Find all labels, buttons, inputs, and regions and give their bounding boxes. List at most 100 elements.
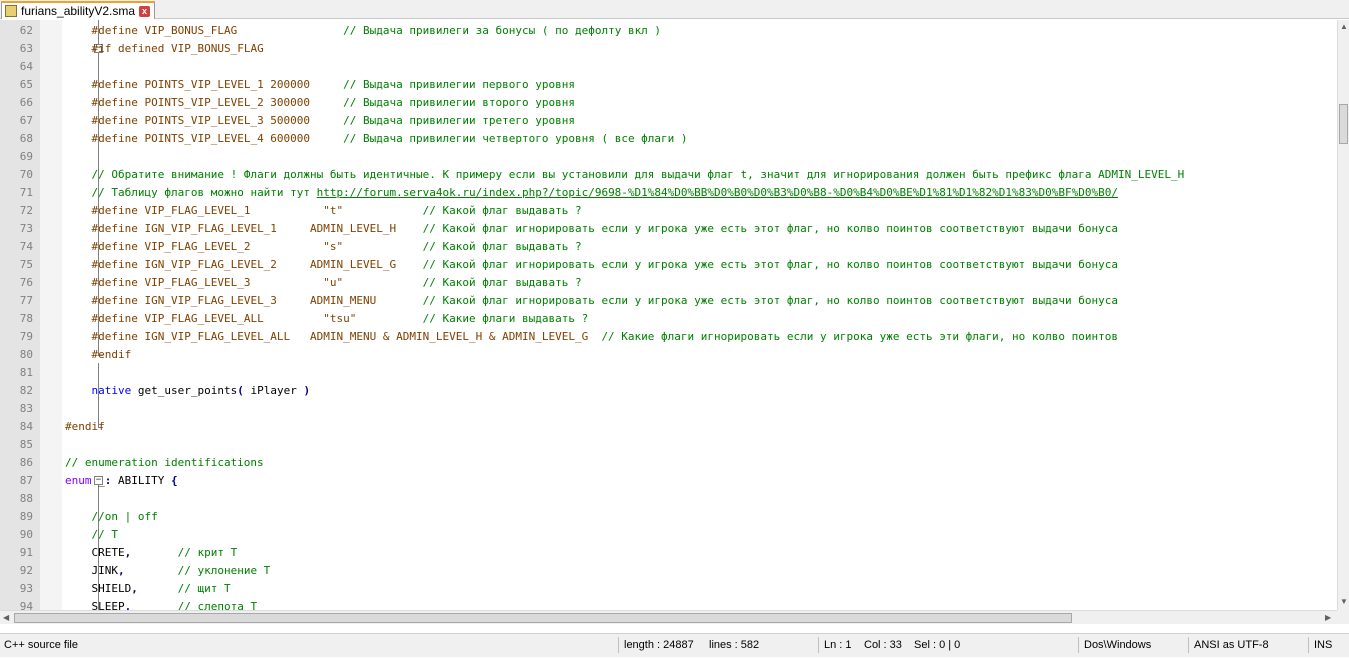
code-line[interactable]: 76 #define VIP_FLAG_LEVEL_3 "u" // Какой… xyxy=(0,274,1337,292)
code-line[interactable]: 83 xyxy=(0,400,1337,418)
line-number: 83 xyxy=(19,402,33,415)
code-line[interactable]: 78 #define VIP_FLAG_LEVEL_ALL "tsu" // К… xyxy=(0,310,1337,328)
code-text: #define IGN_VIP_FLAG_LEVEL_ALL ADMIN_MEN… xyxy=(65,328,1119,346)
scroll-up-icon[interactable]: ▲ xyxy=(1340,22,1348,32)
code-line[interactable]: 73 #define IGN_VIP_FLAG_LEVEL_1 ADMIN_LE… xyxy=(0,220,1337,238)
tab-furians-abilityv2[interactable]: furians_abilityV2.sma x xyxy=(1,1,156,19)
code-text: // Обратите внимание ! Флаги должны быть… xyxy=(65,166,1185,184)
code-token: CRETE xyxy=(65,546,125,559)
code-token: // Какой флаг игнорировать если у игрока… xyxy=(422,258,1119,271)
code-line[interactable]: 64 xyxy=(0,58,1337,76)
line-number: 94 xyxy=(19,600,33,610)
code-text: #define VIP_FLAG_LEVEL_ALL "tsu" // Каки… xyxy=(65,310,589,328)
code-line[interactable]: 69 xyxy=(0,148,1337,166)
code-text: CRETE, // крит T xyxy=(65,544,237,562)
code-token: #define IGN_VIP_FLAG_LEVEL_3 ADMIN_MENU xyxy=(91,294,423,307)
line-number: 85 xyxy=(19,438,33,451)
line-number: 75 xyxy=(19,258,33,271)
code-line[interactable]: 94 SLEEP, // слепота T xyxy=(0,598,1337,610)
code-line[interactable]: 66 #define POINTS_VIP_LEVEL_2 300000 // … xyxy=(0,94,1337,112)
line-number: 78 xyxy=(19,312,33,325)
horizontal-scrollbar[interactable]: ◀ ▶ xyxy=(0,610,1337,624)
code-line[interactable]: 92 JINK, // уклонение T xyxy=(0,562,1337,580)
line-number: 67 xyxy=(19,114,33,127)
code-token: // Какой флаг выдавать ? xyxy=(422,204,582,217)
code-line[interactable]: 80 #endif xyxy=(0,346,1337,364)
code-line[interactable]: 62 #define VIP_BONUS_FLAG // Выдача прив… xyxy=(0,22,1337,40)
code-token: ( xyxy=(237,384,244,397)
code-token: #define POINTS_VIP_LEVEL_1 200000 xyxy=(91,78,344,91)
code-line[interactable]: 85 xyxy=(0,436,1337,454)
code-token: #define VIP_FLAG_LEVEL_1 "t" xyxy=(91,204,423,217)
line-number: 71 xyxy=(19,186,33,199)
code-text: #define VIP_BONUS_FLAG // Выдача привиле… xyxy=(65,22,662,40)
close-icon[interactable]: x xyxy=(139,5,151,17)
code-line[interactable]: 71 // Таблицу флагов можно найти тут htt… xyxy=(0,184,1337,202)
status-insert-mode: INS xyxy=(1314,639,1333,651)
code-text: #define POINTS_VIP_LEVEL_2 300000 // Выд… xyxy=(65,94,575,112)
code-link[interactable]: http://forum.serva4ok.ru/index.php?/topi… xyxy=(317,186,1118,199)
scroll-left-icon[interactable]: ◀ xyxy=(3,613,9,623)
code-text: #endif xyxy=(65,346,132,364)
line-number: 66 xyxy=(19,96,33,109)
code-text: #define VIP_FLAG_LEVEL_2 "s" // Какой фл… xyxy=(65,238,582,256)
code-line[interactable]: 77 #define IGN_VIP_FLAG_LEVEL_3 ADMIN_ME… xyxy=(0,292,1337,310)
code-line[interactable]: 87 enum _: ABILITY { xyxy=(0,472,1337,490)
code-line[interactable]: 67 #define POINTS_VIP_LEVEL_3 500000 // … xyxy=(0,112,1337,130)
code-token: // слепота T xyxy=(177,600,258,610)
tab-title: furians_abilityV2.sma xyxy=(21,4,136,18)
code-line[interactable]: 88 xyxy=(0,490,1337,508)
code-token: // уклонение T xyxy=(177,564,271,577)
code-text: #define IGN_VIP_FLAG_LEVEL_2 ADMIN_LEVEL… xyxy=(65,256,1119,274)
code-line[interactable]: 75 #define IGN_VIP_FLAG_LEVEL_2 ADMIN_LE… xyxy=(0,256,1337,274)
code-text: native get_user_points( iPlayer ) xyxy=(65,382,311,400)
code-line[interactable]: 74 #define VIP_FLAG_LEVEL_2 "s" // Какой… xyxy=(0,238,1337,256)
code-line[interactable]: 90 // T xyxy=(0,526,1337,544)
code-token: ) xyxy=(303,384,311,397)
code-line[interactable]: 91 CRETE, // крит T xyxy=(0,544,1337,562)
status-sel: Sel : 0 | 0 xyxy=(914,639,961,651)
code-line[interactable]: 82 native get_user_points( iPlayer ) xyxy=(0,382,1337,400)
code-line[interactable]: 70 // Обратите внимание ! Флаги должны б… xyxy=(0,166,1337,184)
code-text: #define IGN_VIP_FLAG_LEVEL_3 ADMIN_MENU … xyxy=(65,292,1119,310)
code-line[interactable]: 68 #define POINTS_VIP_LEVEL_4 600000 // … xyxy=(0,130,1337,148)
code-editor[interactable]: − − 62 #define VIP_BONUS_FLAG // Выдача … xyxy=(0,20,1337,610)
code-line[interactable]: 63 #if defined VIP_BONUS_FLAG xyxy=(0,40,1337,58)
line-number: 77 xyxy=(19,294,33,307)
code-token: #endif xyxy=(65,420,105,433)
code-line[interactable]: 79 #define IGN_VIP_FLAG_LEVEL_ALL ADMIN_… xyxy=(0,328,1337,346)
code-line[interactable]: 72 #define VIP_FLAG_LEVEL_1 "t" // Какой… xyxy=(0,202,1337,220)
code-line[interactable]: 89 //on | off xyxy=(0,508,1337,526)
code-line[interactable]: 81 xyxy=(0,364,1337,382)
code-token: // Какие флаги выдавать ? xyxy=(422,312,589,325)
tab-bar: furians_abilityV2.sma x xyxy=(0,0,1349,19)
scroll-right-icon[interactable]: ▶ xyxy=(1325,613,1331,623)
status-bar: C++ source file length : 24887 lines : 5… xyxy=(0,633,1349,657)
status-col: Col : 33 xyxy=(864,639,902,651)
code-line[interactable]: 86 // enumeration identifications xyxy=(0,454,1337,472)
horizontal-scroll-thumb[interactable] xyxy=(14,613,1072,623)
code-text: SLEEP, // слепота T xyxy=(65,598,257,610)
scroll-down-icon[interactable]: ▼ xyxy=(1340,597,1348,607)
code-line[interactable]: 65 #define POINTS_VIP_LEVEL_1 200000 // … xyxy=(0,76,1337,94)
code-line[interactable]: 84 #endif xyxy=(0,418,1337,436)
vertical-scroll-thumb[interactable] xyxy=(1339,104,1348,144)
code-token: #define IGN_VIP_FLAG_LEVEL_ALL ADMIN_MEN… xyxy=(91,330,602,343)
code-token: #define VIP_FLAG_LEVEL_ALL "tsu" xyxy=(91,312,423,325)
code-token: // Обратите внимание ! Флаги должны быть… xyxy=(91,168,1185,181)
line-number: 72 xyxy=(19,204,33,217)
status-lines: lines : 582 xyxy=(709,639,760,651)
code-token: // крит T xyxy=(177,546,238,559)
code-line[interactable]: 93 SHIELD, // щит T xyxy=(0,580,1337,598)
vertical-scrollbar[interactable]: ▲ ▼ xyxy=(1337,20,1349,610)
